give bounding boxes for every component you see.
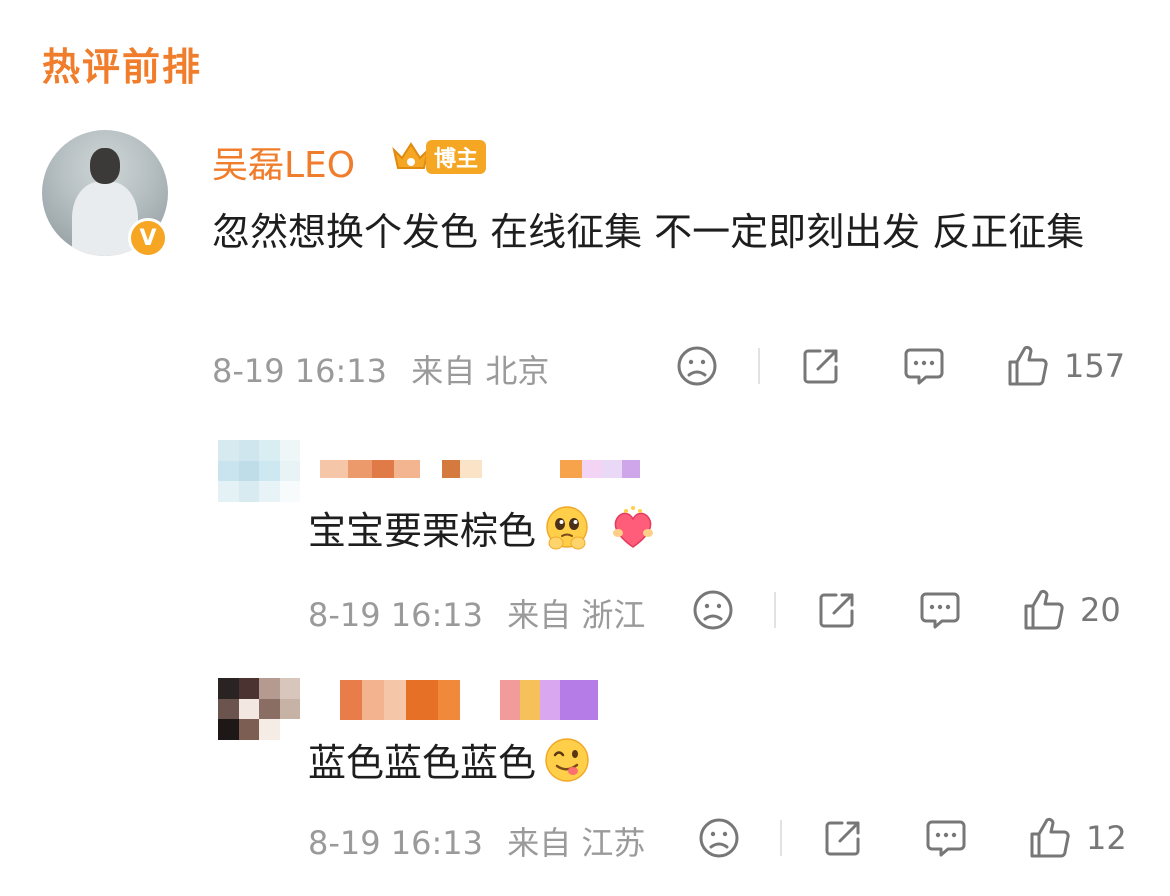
comment-button[interactable]	[918, 589, 962, 631]
divider	[758, 348, 760, 384]
comment-time: 8-19 16:13	[212, 352, 388, 390]
thumbs-up-icon	[1030, 817, 1070, 858]
avatar[interactable]	[218, 440, 300, 502]
reply-actions: 12	[698, 816, 1127, 860]
comment-meta: 8-19 16:13 来自 北京	[212, 346, 549, 392]
reply-meta: 8-19 16:13 来自 江苏	[308, 818, 645, 864]
avatar-figure-head	[90, 148, 120, 184]
reply-text-row: 蓝色蓝色蓝色	[308, 732, 592, 787]
like-count: 157	[1064, 347, 1126, 385]
avatar-figure	[72, 182, 138, 256]
comment-icon	[920, 592, 960, 629]
share-button[interactable]	[800, 345, 842, 387]
reply-text: 宝宝要栗棕色	[308, 509, 537, 553]
comment-button[interactable]	[902, 345, 946, 387]
divider	[780, 820, 782, 856]
reply-text-row: 宝宝要栗棕色	[308, 500, 658, 555]
sad-face-icon	[693, 590, 733, 630]
reply-time: 8-19 16:13	[308, 824, 484, 862]
sad-face-icon	[699, 818, 739, 858]
like-button[interactable]: 20	[1022, 588, 1121, 632]
thumbs-up-icon	[1024, 589, 1064, 630]
section-title: 热评前排	[42, 45, 203, 89]
like-count: 20	[1080, 591, 1121, 629]
verified-badge: V	[128, 218, 168, 258]
reply-username[interactable]	[320, 448, 640, 490]
comment-source: 来自 北京	[411, 352, 550, 390]
reply-source: 来自 江苏	[507, 824, 646, 862]
share-icon	[803, 349, 838, 384]
comment-icon	[904, 348, 944, 385]
like-button[interactable]: 12	[1028, 816, 1127, 860]
reply-meta: 8-19 16:13 来自 浙江	[308, 590, 645, 636]
username[interactable]: 吴磊LEO	[212, 136, 355, 188]
sad-face-icon	[677, 346, 717, 386]
avatar[interactable]	[218, 678, 300, 740]
reply-username[interactable]	[340, 678, 598, 722]
pleading-face-emoji	[546, 505, 588, 549]
comment-button[interactable]	[924, 817, 968, 859]
share-icon	[819, 593, 854, 628]
dislike-button[interactable]	[692, 589, 734, 631]
divider	[774, 592, 776, 628]
blogger-tag: 博主	[426, 140, 487, 174]
thumbs-up-icon	[1008, 345, 1048, 386]
reply-actions: 20	[692, 588, 1121, 632]
dislike-button[interactable]	[676, 345, 718, 387]
like-button[interactable]: 157	[1006, 344, 1125, 388]
share-icon	[825, 821, 860, 856]
yummy-face-emoji	[545, 737, 589, 782]
reply-source: 来自 浙江	[507, 596, 646, 634]
like-count: 12	[1086, 819, 1127, 857]
comment-text: 忽然想换个发色 在线征集 不一定即刻出发 反正征集	[212, 210, 1085, 254]
comment-actions: 157	[676, 344, 1125, 388]
comment-icon	[926, 820, 966, 857]
reply-text: 蓝色蓝色蓝色	[308, 741, 537, 785]
reply-time: 8-19 16:13	[308, 596, 484, 634]
dislike-button[interactable]	[698, 817, 740, 859]
share-button[interactable]	[822, 817, 864, 859]
share-button[interactable]	[816, 589, 858, 631]
heart-hug-emoji	[613, 505, 654, 548]
